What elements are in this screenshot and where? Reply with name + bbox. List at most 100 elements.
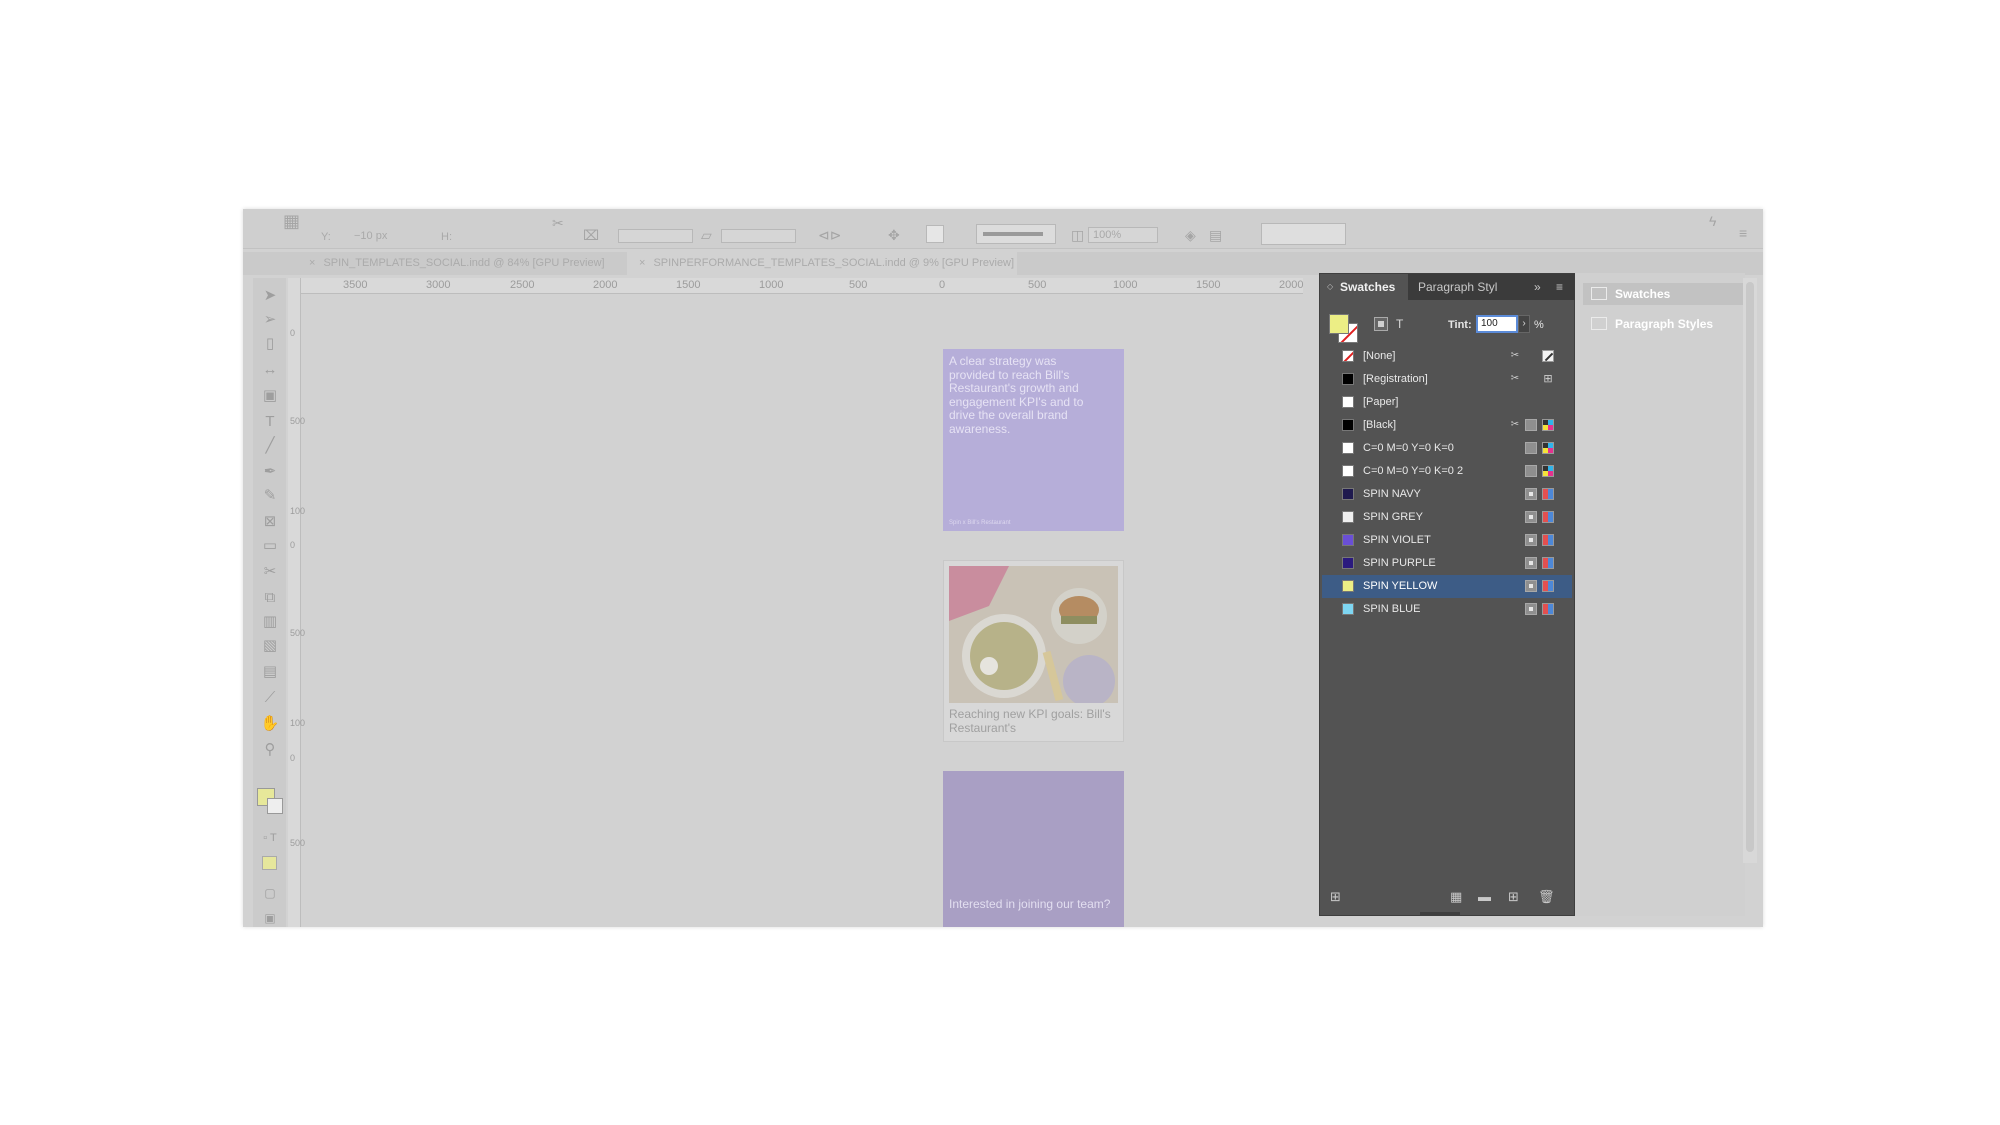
- page-2[interactable]: Reaching new KPI goals: Bill's Restauran…: [943, 560, 1124, 742]
- shear-icon[interactable]: ▱: [701, 227, 712, 244]
- expand-panel-icon[interactable]: »: [1534, 274, 1541, 300]
- opacity-field[interactable]: 100%: [1088, 227, 1158, 243]
- screen-mode-icon[interactable]: ▢: [259, 883, 281, 903]
- swatch-name: [Paper]: [1363, 396, 1399, 408]
- dock-item-swatches[interactable]: Swatches: [1583, 283, 1743, 305]
- note-tool-icon[interactable]: ▤: [259, 662, 281, 682]
- swatch-name: [None]: [1363, 350, 1396, 362]
- panel-resize-handle[interactable]: [1420, 912, 1460, 915]
- swatch-color-chip: [1342, 557, 1354, 569]
- swatch-row[interactable]: SPIN VIOLET: [1322, 529, 1572, 552]
- free-transform-tool-icon[interactable]: ⧉: [259, 588, 281, 608]
- dock-item-label: Swatches: [1615, 287, 1671, 301]
- effects-icon[interactable]: ◈: [1185, 227, 1196, 244]
- dock-item-paragraph-styles[interactable]: Paragraph Styles: [1583, 313, 1743, 335]
- gap-tool-icon[interactable]: ↔: [259, 360, 281, 380]
- ruler-tick: 500: [1028, 279, 1047, 291]
- tab-swatches[interactable]: ◇ Swatches: [1320, 274, 1408, 300]
- food-photo-graphic: [949, 566, 1118, 703]
- stroke-weight-field[interactable]: [976, 224, 1056, 244]
- tint-unit: %: [1534, 319, 1544, 331]
- shear-field[interactable]: [721, 229, 796, 243]
- tab-spinperformance-templates-social[interactable]: × SPINPERFORMANCE_TEMPLATES_SOCIAL.indd @…: [627, 252, 1017, 275]
- formatting-text-icon[interactable]: T: [1396, 317, 1403, 331]
- fill-color-chip[interactable]: [1329, 314, 1349, 334]
- direct-selection-tool-icon[interactable]: ➢: [259, 310, 281, 330]
- page-3-text[interactable]: Interested in joining our team?: [949, 897, 1114, 912]
- lightning-icon[interactable]: ϟ: [1709, 213, 1716, 229]
- preview-mode-icon[interactable]: ▣: [259, 908, 281, 927]
- swatch-row[interactable]: SPIN GREY: [1322, 506, 1572, 529]
- swatch-row[interactable]: C=0 M=0 Y=0 K=0: [1322, 437, 1572, 460]
- folder-icon[interactable]: ▬: [1478, 889, 1491, 904]
- close-icon[interactable]: ×: [639, 257, 645, 269]
- selection-tool-icon[interactable]: ➤: [259, 286, 281, 306]
- swatch-row[interactable]: SPIN YELLOW: [1322, 575, 1572, 598]
- page-2-caption[interactable]: Reaching new KPI goals: Bill's Restauran…: [949, 707, 1114, 735]
- reference-point-icon[interactable]: ▦: [283, 211, 300, 232]
- swatch-row[interactable]: [Black] ✂: [1322, 414, 1572, 437]
- y-field[interactable]: −10 px: [335, 227, 415, 243]
- tint-slider-arrow-icon[interactable]: ›: [1518, 315, 1530, 333]
- swatch-color-chip: [1342, 373, 1354, 385]
- swatch-row[interactable]: [Paper]: [1322, 391, 1572, 414]
- swatch-row[interactable]: [Registration] ✂ ⊞: [1322, 368, 1572, 391]
- swatch-color-chip: [1342, 534, 1354, 546]
- process-color-icon: [1542, 511, 1554, 523]
- swatch-name: [Black]: [1363, 419, 1397, 431]
- align-icon[interactable]: ✥: [888, 227, 900, 244]
- swatch-row[interactable]: SPIN BLUE: [1322, 598, 1572, 621]
- close-icon[interactable]: ×: [309, 257, 315, 269]
- dock-scrollbar[interactable]: [1743, 278, 1757, 863]
- y-value: −10 px: [354, 230, 388, 242]
- flip-icon[interactable]: ⊲⊳: [818, 227, 841, 244]
- page-tool-icon[interactable]: ▯: [259, 334, 281, 354]
- scissors-tool-icon[interactable]: ✂: [259, 562, 281, 582]
- new-color-group-icon[interactable]: ▦: [1450, 889, 1462, 905]
- tint-input[interactable]: 100: [1476, 315, 1518, 333]
- gradient-feather-tool-icon[interactable]: ▧: [259, 636, 281, 656]
- ruler-tick: 500: [290, 838, 306, 848]
- rectangle-frame-tool-icon[interactable]: ⊠: [259, 512, 281, 532]
- line-tool-icon[interactable]: ╱: [259, 436, 281, 456]
- pencil-tool-icon[interactable]: ✎: [259, 486, 281, 506]
- pen-tool-icon[interactable]: ✒: [259, 462, 281, 482]
- frame-fitting-icon[interactable]: ▤: [1209, 227, 1222, 244]
- swatch-row[interactable]: [None] ✂: [1322, 345, 1572, 368]
- panel-menu-icon[interactable]: ≡: [1739, 225, 1747, 241]
- swatch-row[interactable]: C=0 M=0 Y=0 K=0 2: [1322, 460, 1572, 483]
- new-swatch-icon[interactable]: ⊞: [1508, 889, 1519, 905]
- gradient-swatch-tool-icon[interactable]: ▥: [259, 612, 281, 632]
- tab-paragraph-styles[interactable]: Paragraph Styl: [1418, 274, 1497, 300]
- swatch-row[interactable]: SPIN NAVY: [1322, 483, 1572, 506]
- page-1-body-text[interactable]: A clear strategy was provided to reach B…: [949, 354, 1099, 436]
- eyedropper-tool-icon[interactable]: ⟋: [259, 688, 281, 708]
- stroke-none-swatch[interactable]: [926, 225, 944, 243]
- swatch-row[interactable]: SPIN PURPLE: [1322, 552, 1572, 575]
- rotate-icon[interactable]: ⌧: [583, 227, 599, 244]
- page-1[interactable]: A clear strategy was provided to reach B…: [943, 349, 1124, 531]
- formatting-container-icon[interactable]: [1374, 317, 1388, 331]
- restaurant-food-photo[interactable]: [949, 566, 1118, 703]
- style-dropdown[interactable]: [1261, 223, 1346, 245]
- rectangle-tool-icon[interactable]: ▭: [259, 536, 281, 556]
- zoom-tool-icon[interactable]: ⚲: [259, 740, 281, 760]
- hand-tool-icon[interactable]: ✋: [259, 714, 281, 734]
- trash-icon[interactable]: 🗑: [1538, 889, 1555, 905]
- type-tool-icon[interactable]: T: [259, 412, 281, 432]
- apply-color-swatch[interactable]: [262, 856, 277, 870]
- fill-stroke-proxy[interactable]: [1329, 314, 1359, 344]
- formatting-icon[interactable]: ▫ T: [259, 828, 281, 848]
- page-1-footer[interactable]: Spin x Bill's Restaurant: [949, 520, 1011, 526]
- tab-spin-templates-social[interactable]: × SPIN_TEMPLATES_SOCIAL.indd @ 84% [GPU P…: [297, 252, 613, 275]
- opacity-icon[interactable]: ◫: [1071, 227, 1084, 244]
- panel-options-menu-icon[interactable]: ≡: [1556, 274, 1563, 300]
- stroke-swatch[interactable]: [267, 798, 283, 814]
- scale-lock-icon[interactable]: ✂: [552, 215, 564, 232]
- collapse-arrows-icon[interactable]: ◇: [1327, 274, 1333, 300]
- show-all-swatches-icon[interactable]: ⊞: [1330, 889, 1341, 905]
- page-3[interactable]: Interested in joining our team?: [943, 771, 1124, 927]
- rotate-field[interactable]: [618, 229, 693, 243]
- content-collector-icon[interactable]: ▣: [259, 386, 281, 406]
- tint-label: Tint:: [1448, 319, 1472, 331]
